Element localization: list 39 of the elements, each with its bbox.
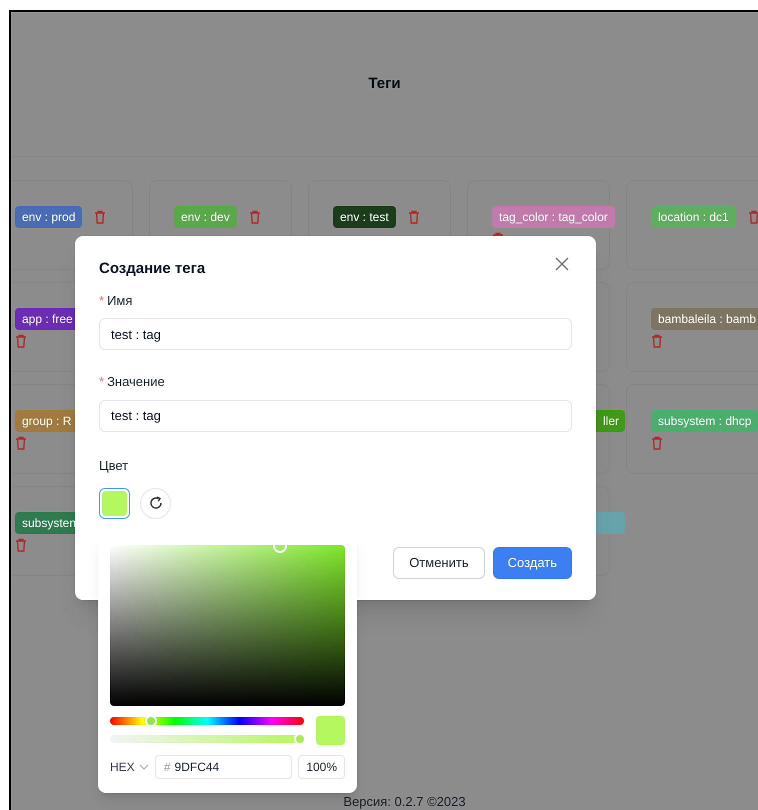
trash-icon[interactable] bbox=[15, 334, 27, 348]
tag: bambaleila : bamb bbox=[651, 308, 758, 330]
create-button[interactable]: Создать bbox=[492, 547, 572, 579]
tag: env : dev bbox=[174, 206, 237, 228]
format-select[interactable]: HEX bbox=[110, 758, 149, 776]
page-title: Теги bbox=[368, 74, 401, 94]
field-label: Цвет bbox=[99, 458, 128, 472]
trash-icon[interactable] bbox=[651, 436, 663, 450]
required-mark: * bbox=[99, 292, 104, 310]
reset-icon bbox=[148, 496, 162, 510]
tag: env : test bbox=[333, 206, 396, 228]
tag: location : dc1 bbox=[651, 206, 736, 228]
close-icon bbox=[555, 257, 569, 272]
hex-input[interactable]: # 9DFC44 bbox=[154, 755, 292, 779]
alpha-input[interactable]: 100% bbox=[298, 755, 345, 779]
trash-icon[interactable] bbox=[408, 210, 420, 224]
trash-icon[interactable] bbox=[15, 538, 27, 552]
trash-icon[interactable] bbox=[94, 210, 106, 224]
hue-slider[interactable] bbox=[110, 717, 304, 725]
tag: subsystem : dhcp bbox=[651, 410, 758, 432]
reset-button[interactable] bbox=[140, 488, 171, 518]
tag: env : prod bbox=[15, 206, 82, 228]
alpha-slider[interactable] bbox=[110, 735, 304, 743]
text-field[interactable]: test : tag bbox=[99, 318, 572, 350]
field-label: Значение bbox=[107, 373, 165, 391]
field-label: Имя bbox=[107, 292, 132, 310]
hue-handle[interactable] bbox=[144, 715, 157, 727]
cancel-button[interactable]: Отменить bbox=[393, 547, 485, 579]
trash-icon[interactable] bbox=[651, 334, 663, 348]
dialog-title: Создание тега bbox=[99, 259, 206, 279]
trash-icon[interactable] bbox=[748, 210, 758, 224]
trash-icon[interactable] bbox=[248, 210, 261, 224]
required-mark: * bbox=[99, 373, 104, 391]
alpha-handle[interactable] bbox=[294, 733, 306, 745]
tag: tag_color : tag_color bbox=[492, 206, 615, 228]
trash-icon[interactable] bbox=[15, 436, 27, 450]
chevron-down-icon bbox=[138, 764, 149, 770]
version-text: Версия: 0.2.7 ©2023 bbox=[342, 793, 466, 810]
text-field[interactable]: test : tag bbox=[99, 400, 572, 432]
